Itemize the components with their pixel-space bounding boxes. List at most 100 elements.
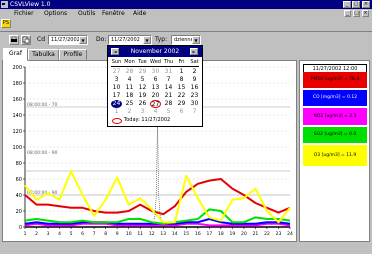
calendar-weekday: Sun [111, 59, 122, 65]
to-label: Do: [96, 36, 107, 43]
menu-options[interactable]: Options [44, 9, 67, 18]
calendar-day[interactable]: 27 [150, 100, 161, 108]
calendar-day[interactable]: 28 [124, 68, 135, 76]
print-button[interactable] [9, 35, 19, 45]
calendar-day[interactable]: 18 [124, 92, 135, 100]
menu-window[interactable]: Fenêtre [102, 9, 125, 18]
x-tick-label: 6 [81, 231, 84, 237]
calendar-day[interactable]: 28 [163, 100, 174, 108]
calendar-day[interactable]: 5 [137, 76, 148, 84]
x-tick-label: 15 [183, 231, 189, 237]
tab-graph[interactable]: Graf [3, 48, 28, 61]
calendar-day[interactable]: 24 [111, 100, 122, 108]
x-tick-label: 18 [218, 231, 224, 237]
date-picker-calendar[interactable]: ◄ November 2002 ► Sun Mon Tue Wed Thu Fri Sat 2… [107, 45, 203, 127]
calendar-weekday: Tue [138, 59, 147, 65]
x-tick-label: 1 [24, 231, 27, 237]
x-tick-label: 24 [287, 231, 293, 237]
toolbar-main-button[interactable]: PS [1, 19, 11, 28]
mdi-minimize-button[interactable]: _ [344, 10, 351, 17]
calendar-day[interactable]: 7 [189, 108, 200, 116]
calendar-next-button[interactable]: ► [190, 48, 198, 55]
x-tick-label: 21 [253, 231, 259, 237]
calendar-day[interactable]: 15 [176, 84, 187, 92]
calendar-day[interactable]: 16 [189, 84, 200, 92]
calendar-day[interactable]: 1 [176, 68, 187, 76]
mdi-close-button[interactable]: × [362, 10, 369, 17]
calendar-day[interactable]: 20 [150, 92, 161, 100]
calendar-day[interactable]: 29 [176, 100, 187, 108]
x-tick-label: 20 [241, 231, 247, 237]
calendar-day[interactable]: 4 [124, 76, 135, 84]
calendar-day[interactable]: 14 [163, 84, 174, 92]
calendar-day[interactable]: 3 [137, 108, 148, 116]
calendar-divider [111, 66, 199, 67]
close-button[interactable]: × [362, 1, 370, 8]
x-tick-label: 19 [230, 231, 236, 237]
type-combo[interactable]: dzienne ▼ [171, 35, 201, 45]
calendar-day[interactable]: 3 [111, 76, 122, 84]
calendar-day[interactable]: 29 [137, 68, 148, 76]
copy-button[interactable] [21, 35, 31, 45]
type-label: Typ: [155, 36, 168, 43]
calendar-day[interactable]: 26 [137, 100, 148, 108]
tab-table[interactable]: Tabulka [28, 49, 59, 60]
calendar-day[interactable]: 9 [189, 76, 200, 84]
calendar-day[interactable]: 30 [150, 68, 161, 76]
calendar-day[interactable]: 22 [176, 92, 187, 100]
calendar-day[interactable]: 17 [111, 92, 122, 100]
calendar-day[interactable]: 4 [150, 108, 161, 116]
calendar-day[interactable]: 23 [189, 92, 200, 100]
legend-entry: O3 [ug/m3] = 11.9 [303, 145, 367, 166]
x-tick-label: 3 [47, 231, 50, 237]
calendar-day[interactable]: 2 [189, 68, 200, 76]
calendar-day[interactable]: 7 [163, 76, 174, 84]
x-tick-label: 8 [104, 231, 107, 237]
calendar-day[interactable]: 2 [124, 108, 135, 116]
mdi-restore-button[interactable]: □ [353, 10, 360, 17]
calendar-day[interactable]: 19 [137, 92, 148, 100]
calendar-day[interactable]: 27 [111, 68, 122, 76]
to-date-value: 11/27/2002 [111, 37, 140, 43]
y-tick-label: 180 [12, 81, 22, 87]
calendar-day[interactable]: 5 [163, 108, 174, 116]
calendar-day[interactable]: 13 [150, 84, 161, 92]
y-tick-label: 60 [16, 177, 22, 183]
calendar-day[interactable]: 10 [111, 84, 122, 92]
x-tick-label: 11 [137, 231, 143, 237]
legend-entry: CO [mg/m3] = 0.12 [303, 90, 367, 106]
calendar-today-link[interactable]: Today: 11/27/2002 [124, 117, 170, 124]
calendar-day[interactable]: 8 [176, 76, 187, 84]
menu-tools[interactable]: Outils [78, 9, 95, 18]
legend-entry: PM10 [ug/m3] = 76.4 [303, 72, 367, 88]
menu-file[interactable]: Fichier [14, 9, 34, 18]
calendar-day[interactable]: 6 [150, 76, 161, 84]
x-tick-label: 17 [206, 231, 212, 237]
calendar-prev-button[interactable]: ◄ [111, 48, 119, 55]
print-icon [11, 36, 17, 42]
calendar-day[interactable]: 30 [189, 100, 200, 108]
chevron-down-icon[interactable]: ▼ [192, 36, 200, 44]
menu-help[interactable]: Aide [133, 9, 146, 18]
calendar-day[interactable]: 31 [163, 68, 174, 76]
calendar-day[interactable]: 11 [124, 84, 135, 92]
toolbar-divider [0, 31, 372, 32]
calendar-day[interactable]: 25 [124, 100, 135, 108]
calendar-day[interactable]: 1 [111, 108, 122, 116]
maximize-button[interactable]: □ [352, 1, 360, 8]
calendar-day[interactable]: 12 [137, 84, 148, 92]
threshold-label: 08:00:00 - 90 [27, 150, 58, 156]
tab-profile[interactable]: Profile [59, 49, 87, 60]
legend-entry: SO2 [ug/m3] = 0.0 [303, 127, 367, 143]
chevron-down-icon[interactable]: ▼ [143, 36, 151, 44]
calendar-day[interactable]: 6 [176, 108, 187, 116]
chevron-down-icon[interactable]: ▼ [79, 36, 87, 44]
from-date-combo[interactable]: 11/27/2002 ▼ [48, 35, 88, 45]
minimize-button[interactable]: _ [343, 1, 351, 8]
calendar-day[interactable]: 21 [163, 92, 174, 100]
y-tick-label: 20 [16, 209, 22, 215]
series-line [24, 170, 291, 224]
to-date-combo[interactable]: 11/27/2002 ▼ [108, 35, 152, 45]
calendar-weekday: Thu [163, 59, 174, 65]
type-value: dzienne [174, 37, 194, 43]
